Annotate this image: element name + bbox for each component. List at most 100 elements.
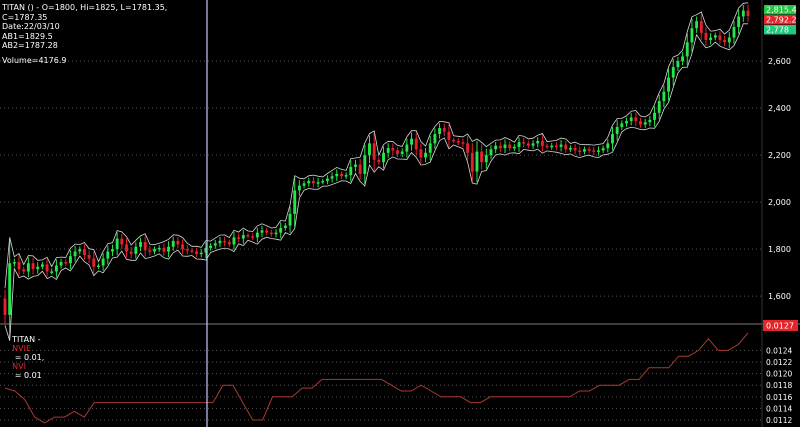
candle [358,158,362,180]
candle [732,20,736,44]
candle-body [209,245,213,248]
candle [643,118,647,128]
candle-body [349,166,353,176]
candle [344,172,348,180]
candle [185,245,189,255]
candle [741,5,745,22]
candle-body [340,173,343,177]
candle [302,180,306,189]
candle-body [176,240,180,245]
candle [22,266,26,275]
candle [718,30,722,45]
candle-body [587,149,591,151]
indicator-title-nvie-value: = 0.01, [12,353,47,362]
candle-body [185,249,189,251]
candle-body [316,182,320,184]
candle-body [461,142,465,144]
candle-body [419,149,423,158]
candle [237,233,241,243]
candle [232,232,236,250]
candle-body [64,262,68,264]
candle-body [213,243,217,246]
candle [36,262,40,274]
price-tag-label: 2,792.2 [766,16,797,25]
candle [64,259,68,267]
candle-body [227,242,231,245]
price-tick-label: 1,800 [768,245,791,254]
candle-body [671,66,675,78]
candle [461,138,465,147]
candle [223,236,227,247]
candle-body [639,121,642,125]
candle [274,229,278,238]
candle [40,261,44,270]
candle-body [601,148,605,151]
candle [657,94,661,120]
candle [620,120,624,131]
candle-body [321,180,325,183]
price-and-indicator-chart[interactable]: 1,600 1,800 2,000 2,200 2,400 2,600 0.0124 0.01… [0,0,800,427]
candle [251,233,255,241]
candle-body [564,144,568,150]
candle-body [438,128,442,134]
candle [269,229,273,237]
candle-body [279,227,283,233]
candle [681,52,685,66]
candle-body [681,56,685,62]
candle [17,255,21,276]
candle-body [620,123,624,127]
candle [73,245,77,262]
candle [452,137,456,144]
candle [587,146,591,154]
candle-body [559,144,563,147]
ohlc-readout: TITAN () - O=1800, Hi=1825, L=1781.35, [2,3,168,12]
candle [582,146,586,155]
candle-body [354,164,357,167]
candle [597,146,600,156]
candle [625,117,628,127]
candle [157,245,161,252]
candle-body [475,151,479,172]
candle [148,246,152,256]
candle-body [578,150,582,152]
candle-body [410,138,413,145]
candle-body [746,10,750,16]
candle [368,135,371,164]
candle-body [517,142,521,147]
candle-body [466,143,470,153]
date-readout: Date:22/03/10 [2,22,60,32]
candle [377,157,381,165]
indicator-tick-label: 0.0124 [766,346,792,355]
candle-body [148,250,152,252]
candle-body [223,240,227,243]
price-tick-label: 1,600 [768,292,791,301]
candle [325,175,329,185]
candle-body [218,240,222,244]
price-tag: 2,815.4 [764,5,797,15]
candle-body [302,183,306,186]
candle [419,143,423,164]
candle-body [120,238,124,245]
candle-body [3,298,7,315]
candle-body [181,244,185,250]
candle-body [17,262,21,270]
candle-body [512,146,516,149]
candle [265,227,269,236]
candle [611,127,614,151]
candle-body [550,145,554,148]
candle [667,68,671,101]
candle-body [363,155,367,174]
candle-body [536,141,540,144]
indicator-tick-label: 0.0114 [766,404,792,413]
candle-body [293,190,297,214]
candle-body [741,10,745,17]
candle [662,85,666,108]
candle [372,132,376,171]
candle-body [134,246,138,254]
candle-body [97,265,100,268]
candle [410,132,413,151]
candle-body [732,27,736,38]
candle-body [484,155,488,163]
candle [391,143,395,156]
candle [713,32,717,41]
